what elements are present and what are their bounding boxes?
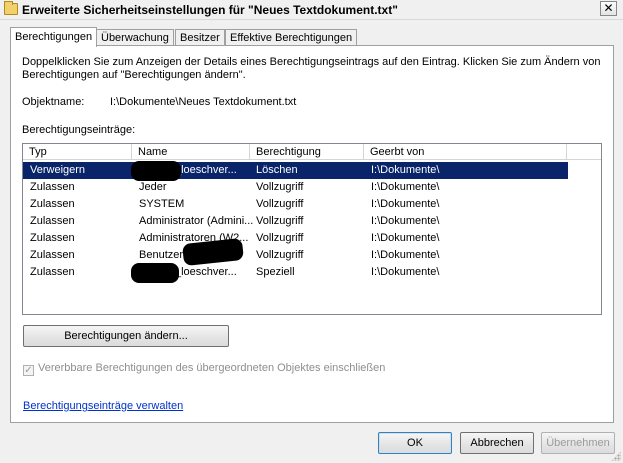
cell-inherited: I:\Dokumente\ xyxy=(371,164,440,176)
cell-type: Zulassen xyxy=(30,215,75,227)
title-bar: Erweiterte Sicherheitseinstellungen für … xyxy=(0,0,623,20)
table-row[interactable]: Zulassen Administrator (Admini... Vollzu… xyxy=(23,213,568,230)
cell-type: Zulassen xyxy=(30,198,75,210)
column-header-name[interactable]: Name xyxy=(132,144,250,160)
cell-permission: Löschen xyxy=(256,164,298,176)
cell-inherited: I:\Dokumente\ xyxy=(371,181,440,193)
cell-permission: Vollzugriff xyxy=(256,215,304,227)
cell-permission: Speziell xyxy=(256,266,295,278)
redaction-mark xyxy=(182,237,244,267)
cell-type: Verweigern xyxy=(30,164,86,176)
cell-inherited: I:\Dokumente\ xyxy=(371,232,440,244)
cell-permission: Vollzugriff xyxy=(256,249,304,261)
redaction-mark xyxy=(131,263,179,283)
column-header-berechtigung[interactable]: Berechtigung xyxy=(250,144,364,160)
table-row[interactable]: Zulassen Administratoren (W2... Vollzugr… xyxy=(23,230,568,247)
cell-name: Administrator (Admini... xyxy=(139,215,254,227)
column-header-typ[interactable]: Typ xyxy=(23,144,132,160)
cell-permission: Vollzugriff xyxy=(256,181,304,193)
list-header: Typ Name Berechtigung Geerbt von xyxy=(23,144,601,160)
cancel-button[interactable]: Abbrechen xyxy=(460,432,534,454)
table-row[interactable]: Verweigern _loeschver... Löschen I:\Doku… xyxy=(23,161,568,181)
tab-besitzer[interactable]: Besitzer xyxy=(175,29,225,46)
cell-inherited: I:\Dokumente\ xyxy=(371,249,440,261)
inherit-permissions-label: Vererbbare Berechtigungen des übergeordn… xyxy=(38,362,386,374)
table-row[interactable]: Zulassen _loeschver... Speziell I:\Dokum… xyxy=(23,263,568,283)
cell-name: Jeder xyxy=(139,181,167,193)
cell-permission: Vollzugriff xyxy=(256,232,304,244)
cell-inherited: I:\Dokumente\ xyxy=(371,215,440,227)
close-button[interactable]: ✕ xyxy=(600,1,617,16)
change-permissions-button[interactable]: Berechtigungen ändern... xyxy=(23,325,229,347)
cell-inherited: I:\Dokumente\ xyxy=(371,198,440,210)
cell-permission: Vollzugriff xyxy=(256,198,304,210)
cell-type: Zulassen xyxy=(30,232,75,244)
redaction-mark xyxy=(131,161,181,181)
table-row[interactable]: Zulassen Benutzer Vollzugriff I:\Dokumen… xyxy=(23,237,568,267)
tab-ueberwachung[interactable]: Überwachung xyxy=(96,29,174,46)
tab-effektive-berechtigungen[interactable]: Effektive Berechtigungen xyxy=(225,29,358,46)
table-row[interactable]: Zulassen Jeder Vollzugriff I:\Dokumente\ xyxy=(23,179,568,196)
permission-entries-list[interactable]: Typ Name Berechtigung Geerbt von Verweig… xyxy=(22,143,602,315)
tab-panel-permissions: Doppelklicken Sie zum Anzeigen der Detai… xyxy=(10,45,614,423)
apply-button[interactable]: Übernehmen xyxy=(541,432,615,454)
inherit-permissions-option: ✓ Vererbbare Berechtigungen des übergeord… xyxy=(23,362,385,376)
permission-entries-label: Berechtigungseinträge: xyxy=(22,124,136,136)
description-text: Doppelklicken Sie zum Anzeigen der Detai… xyxy=(22,56,601,81)
cell-type: Zulassen xyxy=(30,266,75,278)
cell-inherited: I:\Dokumente\ xyxy=(371,266,440,278)
cell-name: SYSTEM xyxy=(139,198,185,210)
table-row[interactable]: Zulassen SYSTEM Vollzugriff I:\Dokumente… xyxy=(23,196,568,213)
manage-permission-entries-link[interactable]: Berechtigungseinträge verwalten xyxy=(23,400,183,412)
folder-icon xyxy=(4,1,18,15)
object-name-value: I:\Dokumente\Neues Textdokument.txt xyxy=(110,96,297,108)
window-title: Erweiterte Sicherheitseinstellungen für … xyxy=(22,3,398,17)
cell-type: Zulassen xyxy=(30,249,75,261)
cell-type: Zulassen xyxy=(30,181,75,193)
ok-button[interactable]: OK xyxy=(378,432,452,454)
column-header-geerbt-von[interactable]: Geerbt von xyxy=(364,144,567,160)
inherit-permissions-checkbox[interactable]: ✓ xyxy=(23,365,34,376)
tab-berechtigungen[interactable]: Berechtigungen xyxy=(10,27,98,47)
object-name-label: Objektname: xyxy=(22,96,85,108)
